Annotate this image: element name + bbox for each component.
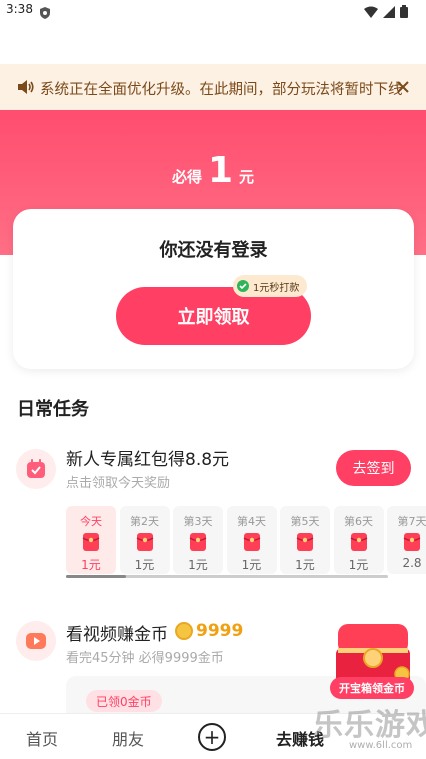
notice-bar: 系统正在全面优化升级。在此期间，部分玩法将暂时下线进行 bbox=[0, 64, 426, 110]
signin-task-subtitle: 点击领取今天奖励 bbox=[66, 476, 171, 491]
day-amount: 1元 bbox=[295, 558, 315, 572]
signin-task-title: 新人专属红包得8.8元 bbox=[66, 450, 230, 470]
days-scrollbar[interactable] bbox=[66, 575, 388, 578]
coin-amount: 9999 bbox=[196, 621, 244, 641]
signin-button[interactable]: 去签到 bbox=[336, 450, 411, 486]
check-icon bbox=[237, 280, 249, 292]
day-amount: 1元 bbox=[134, 558, 155, 572]
red-envelope-icon bbox=[136, 532, 154, 552]
signin-day-card[interactable]: 第6天 1元 bbox=[333, 506, 384, 574]
speaker-icon bbox=[18, 79, 35, 99]
tab-friends[interactable]: 朋友 bbox=[112, 726, 144, 750]
day-label: 第4天 bbox=[237, 515, 266, 528]
coin-icon bbox=[175, 622, 193, 640]
claimed-coins-badge: 已领0金币 bbox=[86, 690, 162, 712]
close-icon[interactable] bbox=[396, 79, 410, 98]
reward-prefix: 必得 bbox=[171, 168, 202, 186]
shield-icon bbox=[40, 4, 50, 23]
reward-headline: 必得 1 元 bbox=[0, 150, 426, 191]
status-bar: 3:38 bbox=[0, 0, 426, 22]
day-label: 第7天 bbox=[397, 515, 426, 528]
wifi-icon bbox=[364, 3, 378, 22]
reward-unit: 元 bbox=[239, 168, 255, 186]
day-label: 第5天 bbox=[290, 515, 320, 528]
signin-day-card[interactable]: 第2天 1元 bbox=[119, 506, 170, 574]
tab-home[interactable]: 首页 bbox=[26, 726, 58, 750]
signin-days: 今天 1元 第2天 1元 第3天 1元 第4天 1元 第5天 1元 第6天 1元 第7天 2.8 bbox=[66, 506, 426, 576]
day-label: 今天 bbox=[80, 515, 102, 528]
signal-icon bbox=[383, 3, 395, 22]
status-time: 3:38 bbox=[6, 2, 33, 16]
reward-amount: 1 bbox=[207, 150, 234, 191]
red-envelope-icon bbox=[350, 532, 368, 552]
open-chest-label[interactable]: 开宝箱领金币 bbox=[330, 677, 414, 699]
day-amount: 1元 bbox=[348, 558, 369, 572]
signin-day-card[interactable]: 第3天 1元 bbox=[173, 506, 223, 574]
signin-day-card[interactable]: 第7天 2.8 bbox=[387, 506, 426, 574]
login-card: 你还没有登录 立即领取 1元秒打款 bbox=[13, 209, 414, 369]
day-label: 第2天 bbox=[130, 515, 159, 528]
day-label: 第3天 bbox=[183, 515, 213, 528]
signin-day-card[interactable]: 今天 1元 bbox=[66, 506, 116, 574]
watermark-text: 乐乐游戏 bbox=[313, 708, 426, 743]
video-task-title: 看视频赚金币 bbox=[66, 625, 168, 645]
watermark: 乐乐游戏 www.6ll.com bbox=[313, 700, 426, 756]
watermark-url: www.6ll.com bbox=[349, 740, 413, 751]
red-envelope-icon bbox=[189, 532, 207, 552]
section-title: 日常任务 bbox=[17, 399, 89, 420]
instant-payout-badge: 1元秒打款 bbox=[233, 275, 308, 297]
battery-icon bbox=[400, 3, 408, 22]
video-task-subtitle: 看完45分钟 必得9999金币 bbox=[66, 651, 224, 666]
notice-text: 系统正在全面优化升级。在此期间，部分玩法将暂时下线进行 bbox=[40, 82, 402, 98]
coin-reward: 9999 bbox=[175, 621, 243, 641]
day-amount: 2.8 bbox=[402, 556, 422, 570]
day-label: 第6天 bbox=[344, 515, 373, 528]
signin-day-card[interactable]: 第4天 1元 bbox=[226, 506, 277, 574]
calendar-icon bbox=[16, 449, 56, 489]
add-icon[interactable]: + bbox=[198, 723, 226, 751]
day-amount: 1元 bbox=[188, 558, 208, 572]
red-envelope-icon bbox=[243, 532, 261, 552]
red-envelope-icon bbox=[296, 532, 314, 552]
video-play-icon bbox=[16, 621, 56, 661]
day-amount: 1元 bbox=[241, 558, 262, 572]
badge-label: 1元秒打款 bbox=[253, 282, 300, 294]
red-envelope-icon bbox=[403, 532, 421, 552]
signin-day-card[interactable]: 第5天 1元 bbox=[280, 506, 330, 574]
login-prompt: 你还没有登录 bbox=[159, 240, 268, 261]
red-envelope-icon bbox=[82, 532, 100, 552]
day-amount: 1元 bbox=[81, 558, 101, 572]
